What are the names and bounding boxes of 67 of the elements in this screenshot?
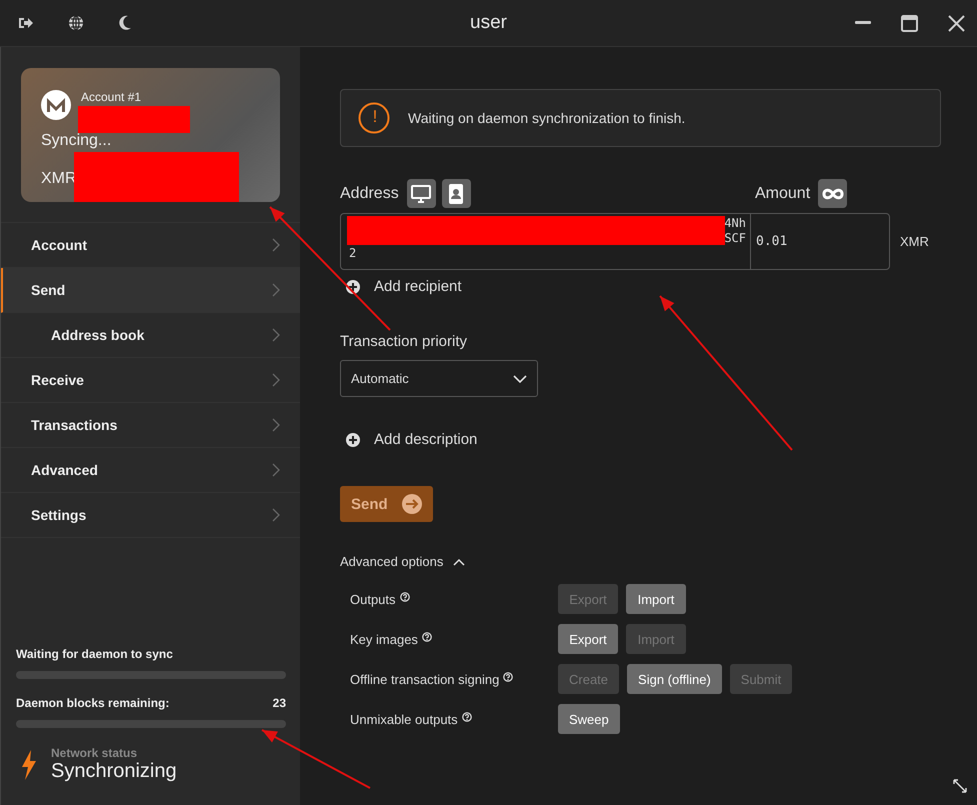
plus-circle-icon [346, 280, 360, 294]
chevron-icon [272, 238, 280, 252]
option-button[interactable]: Import [626, 584, 686, 614]
option-label: Key images [350, 632, 418, 646]
plus-circle-icon [346, 432, 360, 446]
coin-logo-icon [41, 90, 71, 120]
notice-text: Waiting on daemon synchronization to finish. [408, 110, 686, 126]
resize-icon[interactable] [953, 779, 967, 793]
priority-label: Transaction priority [340, 333, 468, 350]
close-icon[interactable] [948, 14, 965, 32]
moon-icon[interactable] [118, 15, 132, 31]
monitor-icon[interactable] [406, 179, 436, 208]
sync-label: Waiting for daemon to sync [16, 647, 174, 661]
address-label: Address [340, 184, 399, 202]
amount-field[interactable]: 0.01 [750, 213, 890, 270]
help-icon[interactable] [462, 712, 472, 722]
address-text: SCF [724, 231, 746, 246]
sidebar-subitem[interactable]: Address book [1, 313, 300, 358]
sync-status: Syncing... [41, 132, 112, 150]
address-text: 2 [349, 246, 356, 261]
help-icon[interactable] [503, 672, 514, 682]
chevron-up-icon [453, 558, 466, 566]
advanced-options-toggle[interactable]: Advanced options [340, 554, 466, 569]
priority-dropdown[interactable]: Automatic [340, 360, 538, 397]
globe-icon[interactable] [68, 15, 84, 31]
sidebar-item[interactable]: Send [1, 268, 300, 313]
amount-value: 0.01 [756, 234, 788, 249]
network-status: Synchronizing [51, 760, 177, 783]
add-description-link[interactable]: Add description [346, 431, 478, 448]
network-status-label: Network status [51, 746, 138, 760]
currency-label: XMR [900, 234, 929, 249]
contact-book-icon[interactable] [442, 179, 471, 208]
help-icon[interactable] [422, 632, 432, 642]
option-label: Offline transaction signing [350, 672, 500, 686]
option-button[interactable]: Sweep [558, 704, 620, 734]
sidebar-item[interactable]: Advanced [1, 448, 300, 493]
sidebar-item[interactable]: Receive [1, 358, 300, 403]
chevron-icon [272, 283, 280, 297]
chevron-icon [272, 418, 280, 432]
sidebar-item[interactable]: Settings [1, 493, 300, 538]
arrow-right-icon [402, 494, 422, 514]
chevron-icon [272, 373, 280, 387]
option-button[interactable]: Export [558, 624, 618, 654]
chevron-icon [272, 328, 280, 342]
infinity-icon[interactable] [818, 179, 848, 208]
amount-label: Amount [755, 184, 810, 202]
chevron-icon [272, 463, 280, 477]
sidebar-item[interactable]: Transactions [1, 403, 300, 448]
lightning-icon [21, 750, 37, 780]
caret-icon [513, 374, 527, 382]
option-label: Outputs [350, 592, 396, 606]
chevron-icon [272, 508, 280, 522]
help-icon[interactable] [400, 592, 410, 602]
minimize-icon[interactable] [855, 21, 871, 25]
exclamation-mark: ! [372, 107, 378, 127]
sync-label: Daemon blocks remaining: [16, 696, 170, 710]
option-button[interactable]: Sign (offline) [627, 664, 722, 694]
window-title: user [470, 12, 507, 34]
maximize-icon[interactable] [901, 14, 918, 32]
add-recipient-link[interactable]: Add recipient [346, 278, 462, 295]
account-name: Account #1 [81, 90, 142, 104]
block-count: 23 [272, 696, 286, 710]
address-text: 4Nh [724, 216, 746, 231]
warning-icon [358, 102, 390, 134]
logout-icon[interactable] [18, 16, 34, 30]
option-label: Unmixable outputs [350, 712, 458, 726]
address-field[interactable]: 4Nh SCF 2 [340, 213, 750, 270]
